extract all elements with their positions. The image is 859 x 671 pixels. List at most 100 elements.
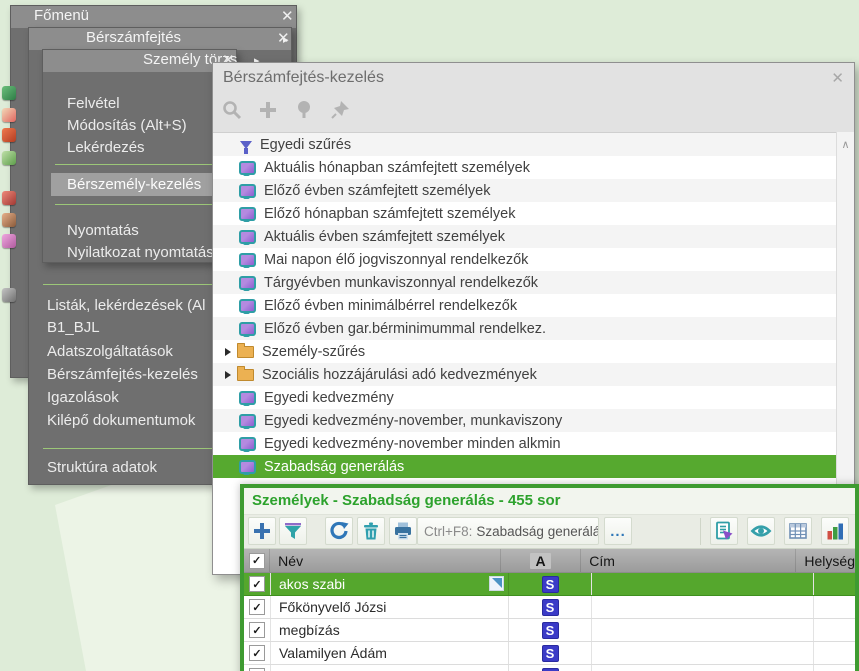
list-item[interactable]: Mai napon élő jogviszonnyal rendelkezők bbox=[213, 248, 837, 271]
list-item[interactable]: Egyedi szűrés bbox=[213, 133, 837, 156]
add-icon[interactable] bbox=[255, 97, 281, 123]
list-item[interactable]: Szociális hozzájárulási adó kedvezmények bbox=[213, 363, 837, 386]
table-header-row: ✓ Név A Cím Helység bbox=[244, 549, 855, 573]
table-row-selected[interactable]: ✓ akos szabi S bbox=[244, 573, 855, 596]
check-icon: ✓ bbox=[252, 601, 262, 614]
cell-name: akos szabi bbox=[279, 576, 346, 592]
list-item-selected[interactable]: Szabadság generálás bbox=[213, 455, 837, 478]
panel-toolbar: Ctrl+F8: Szabadság generálás ... bbox=[244, 514, 855, 549]
cell-name: Valamilyen Ádám bbox=[279, 645, 387, 661]
list-item-label: Aktuális hónapban számfejtett személyek bbox=[264, 159, 530, 176]
expander-icon[interactable] bbox=[225, 370, 231, 379]
list-item[interactable]: Előző évben gar.bérminimummal rendelkez. bbox=[213, 317, 837, 340]
banknotes-icon[interactable] bbox=[2, 151, 16, 165]
list-item[interactable]: Tárgyévben munkaviszonnyal rendelkezők bbox=[213, 271, 837, 294]
monitor-icon bbox=[239, 275, 256, 291]
list-item-label: Személy-szűrés bbox=[262, 343, 366, 360]
menu-item-berszemely-kezeles[interactable]: Bérszemély-kezelés bbox=[51, 173, 234, 196]
cell-helyseg bbox=[814, 573, 855, 595]
expander-icon[interactable] bbox=[225, 347, 231, 356]
table-row[interactable]: ✓ teszt Aladár S bbox=[244, 665, 855, 671]
shortcut-action-button[interactable]: Ctrl+F8: Szabadság generálás bbox=[417, 517, 599, 545]
list-item[interactable]: Előző évben minimálbérrel rendelkezők bbox=[213, 294, 837, 317]
column-header-a[interactable]: A bbox=[501, 549, 582, 572]
person-icon[interactable] bbox=[2, 213, 16, 227]
list-item-label: Előző évben minimálbérrel rendelkezők bbox=[264, 297, 518, 314]
list-item[interactable]: Előző évben számfejtett személyek bbox=[213, 179, 837, 202]
scroll-up-icon[interactable]: ∧ bbox=[837, 138, 854, 151]
report-button[interactable] bbox=[710, 517, 738, 545]
box-icon[interactable] bbox=[2, 191, 16, 205]
close-icon[interactable]: ✕ bbox=[281, 8, 294, 26]
gears-icon[interactable] bbox=[2, 288, 16, 302]
column-header-nev[interactable]: Név bbox=[270, 549, 501, 572]
table-row[interactable]: ✓ Valamilyen Ádám S bbox=[244, 642, 855, 665]
plus-icon bbox=[254, 523, 270, 539]
szemely-torzs-titlebar[interactable]: Személy törzs ✕ bbox=[43, 50, 237, 72]
badge-icon[interactable] bbox=[2, 108, 16, 122]
folder-icon bbox=[237, 365, 254, 381]
berszamfejtes-title: Bérszámfejtés bbox=[86, 29, 182, 46]
row-checkbox[interactable]: ✓ bbox=[244, 642, 271, 664]
column-header-helyseg[interactable]: Helység bbox=[796, 549, 855, 572]
trash-icon bbox=[364, 522, 378, 540]
menu-item-nyilatkozat-nyomtatas[interactable]: Nyilatkozat nyomtatás bbox=[43, 242, 236, 264]
add-row-button[interactable] bbox=[248, 517, 276, 545]
cell-helyseg bbox=[814, 665, 855, 671]
bar-chart-icon bbox=[827, 523, 843, 540]
table-row[interactable]: ✓ megbízás S bbox=[244, 619, 855, 642]
list-item[interactable]: Aktuális évben számfejtett személyek bbox=[213, 225, 837, 248]
fomenu-titlebar[interactable]: Főmenü ✕ bbox=[11, 6, 296, 28]
shortcut-key-label: Ctrl+F8: bbox=[424, 523, 473, 539]
row-checkbox[interactable]: ✓ bbox=[244, 665, 271, 671]
view-button[interactable] bbox=[747, 517, 775, 545]
globe-icon[interactable] bbox=[2, 86, 16, 100]
refresh-button[interactable] bbox=[325, 517, 353, 545]
list-item-label: Tárgyévben munkaviszonnyal rendelkezők bbox=[264, 274, 539, 291]
cube-icon[interactable] bbox=[2, 234, 16, 248]
chart-button[interactable] bbox=[821, 517, 849, 545]
row-checkbox[interactable]: ✓ bbox=[244, 596, 271, 618]
column-header-cim[interactable]: Cím bbox=[581, 549, 797, 572]
window-szemely-torzs: Személy törzs ✕ Felvétel Módosítás (Alt+… bbox=[42, 49, 237, 263]
select-all-checkbox[interactable]: ✓ bbox=[244, 549, 271, 572]
filter-icon bbox=[285, 523, 301, 539]
desktop: Főmenü ✕ Bérszámfejtés ✕ Listák, lekérde… bbox=[0, 0, 859, 671]
list-item-label: Előző hónapban számfejtett személyek bbox=[264, 205, 516, 222]
monitor-icon bbox=[239, 206, 256, 222]
cell-helyseg bbox=[814, 596, 855, 618]
cell-cim bbox=[592, 642, 814, 664]
close-icon[interactable]: ✕ bbox=[831, 69, 844, 87]
menu-item-felvetel[interactable]: Felvétel bbox=[43, 93, 236, 115]
menu-item-modositas[interactable]: Módosítás (Alt+S) bbox=[43, 115, 236, 137]
list-item[interactable]: Előző hónapban számfejtett személyek bbox=[213, 202, 837, 225]
book-icon[interactable] bbox=[2, 128, 16, 142]
menu-item-nyomtatas[interactable]: Nyomtatás bbox=[43, 220, 236, 242]
grid-view-button[interactable] bbox=[784, 517, 812, 545]
row-checkbox[interactable]: ✓ bbox=[244, 573, 271, 595]
pin-icon[interactable] bbox=[327, 97, 353, 123]
monitor-icon bbox=[239, 459, 256, 475]
delete-button[interactable] bbox=[357, 517, 385, 545]
list-item-label: Egyedi kedvezmény bbox=[264, 389, 394, 406]
list-item[interactable]: Egyedi kedvezmény-november, munkaviszony bbox=[213, 409, 837, 432]
filter-button[interactable] bbox=[279, 517, 307, 545]
tree-icon[interactable] bbox=[291, 97, 317, 123]
print-button[interactable] bbox=[389, 517, 417, 545]
cell-cim bbox=[592, 596, 814, 618]
monitor-icon bbox=[239, 229, 256, 245]
list-item[interactable]: Aktuális hónapban számfejtett személyek bbox=[213, 156, 837, 179]
list-item[interactable]: Egyedi kedvezmény-november minden alkmin bbox=[213, 432, 837, 455]
dialog-toolbar bbox=[219, 97, 353, 123]
menu-item-lekerdezes[interactable]: Lekérdezés bbox=[43, 137, 236, 159]
cell-note-marker-icon bbox=[489, 576, 504, 591]
list-item[interactable]: Egyedi kedvezmény bbox=[213, 386, 837, 409]
fomenu-title: Főmenü bbox=[34, 7, 90, 24]
status-badge: S bbox=[541, 667, 559, 671]
berszamfejtes-titlebar[interactable]: Bérszámfejtés ✕ bbox=[29, 28, 291, 50]
table-row[interactable]: ✓ Főkönyvelő Józsi S bbox=[244, 596, 855, 619]
row-checkbox[interactable]: ✓ bbox=[244, 619, 271, 641]
more-actions-button[interactable]: ... bbox=[604, 517, 632, 545]
list-item[interactable]: Személy-szűrés bbox=[213, 340, 837, 363]
search-icon[interactable] bbox=[219, 97, 245, 123]
